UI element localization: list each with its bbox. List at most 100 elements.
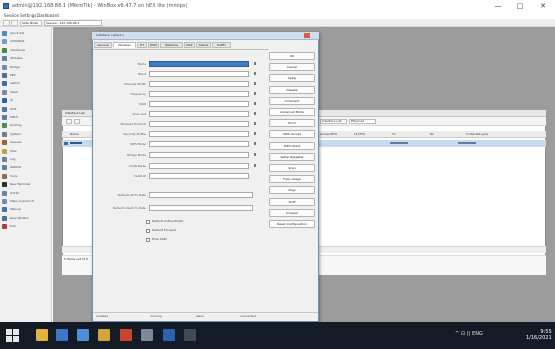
chevron-down-icon[interactable] [254,142,256,145]
field-input[interactable] [149,152,249,158]
chevron-down-icon[interactable] [254,82,256,85]
dialog-tab[interactable]: WDS [148,42,159,48]
sidebar-item[interactable]: Dot1X [2,190,50,198]
sidebar-item[interactable]: Switch [2,80,50,88]
chevron-down-icon[interactable] [254,164,256,167]
dialog-side-button[interactable]: OK [269,52,315,60]
dialog-side-button[interactable]: Freq. Usage [269,175,315,184]
sidebar-item[interactable]: Wireless [2,55,50,63]
tab-interface-list[interactable]: Interface List [320,119,347,124]
column-header[interactable]: L2 MTU [354,132,365,137]
file-explorer-icon[interactable] [36,329,48,341]
dialog-side-button[interactable]: Comment [269,96,315,105]
windows-start-icon[interactable] [6,329,19,342]
dialog-side-button[interactable]: Apply [269,74,315,83]
chevron-down-icon[interactable] [254,132,256,135]
close-button[interactable]: ✕ [533,1,553,11]
field-input[interactable] [149,205,253,211]
chevron-down-icon[interactable] [254,72,256,75]
tab-ethernet[interactable]: Ethernet [349,119,376,124]
column-header[interactable]: Tx [392,132,396,137]
dialog-side-button[interactable]: WPS Accept [269,130,315,139]
column-header[interactable]: Tx Packet (p/s) [466,132,488,137]
sidebar-item[interactable]: Routing [2,122,50,130]
browser-icon[interactable] [98,329,110,341]
sidebar-item[interactable]: Interfaces [2,47,50,55]
checkbox[interactable] [146,229,150,233]
settings-icon[interactable] [141,329,153,341]
sidebar-item[interactable]: Mesh [2,89,50,97]
checkbox[interactable] [146,238,150,242]
field-input[interactable] [149,61,249,67]
field-input[interactable] [149,71,249,77]
field-input[interactable] [149,173,249,179]
menu-dashboard[interactable]: Dashboard [37,13,59,18]
sidebar-item[interactable]: IP [2,97,50,105]
dialog-tab[interactable]: HT [137,42,147,48]
dialog-titlebar[interactable] [92,32,319,40]
dialog-side-button[interactable]: Cancel [269,63,315,72]
field-input[interactable] [149,141,249,147]
sidebar-item[interactable]: PPP [2,72,50,80]
menu-settings[interactable]: Settings [20,13,36,18]
dialog-side-button[interactable]: WPS Client [269,141,315,150]
undo-button[interactable] [3,20,10,26]
column-header[interactable]: Actual MTU [320,132,337,137]
minimize-button[interactable]: — [488,1,508,11]
field-input[interactable] [149,111,249,117]
sidebar-item[interactable]: Manual [2,206,50,214]
dialog-side-button[interactable]: Scan [269,164,315,172]
sidebar-item[interactable]: Tools [2,173,50,181]
sidebar-item[interactable]: IPv6 [2,106,50,114]
chevron-down-icon[interactable] [254,102,256,105]
dialog-close-icon[interactable] [304,33,310,38]
winbox-task-icon[interactable] [163,329,175,341]
media-icon[interactable] [120,329,132,341]
dialog-tab[interactable]: NV2 [184,42,195,48]
field-input[interactable] [149,131,249,137]
safe-mode-button[interactable]: Safe Mode [20,20,42,26]
dialog-side-button[interactable]: Disable [269,85,315,94]
dialog-side-button[interactable]: Reset Configuration [269,220,315,228]
sidebar-item[interactable]: New Terminal [2,181,50,189]
dialog-side-button[interactable]: Snooper [269,208,315,217]
sidebar-item[interactable]: CAPsMAN [2,38,50,46]
dialog-tab[interactable]: General [94,42,112,48]
dialog-side-button[interactable]: Align [269,186,315,195]
dialog-side-button[interactable]: Sniff [269,197,315,206]
dialog-side-button[interactable]: Setup Repeater [269,152,315,161]
add-icon[interactable] [66,119,72,124]
maximize-button[interactable]: □ [510,1,530,11]
sidebar-item[interactable]: MPLS [2,114,50,122]
field-input[interactable] [149,121,249,127]
sidebar-item[interactable]: Log [2,156,50,164]
chevron-down-icon[interactable] [254,92,256,95]
mail-icon[interactable] [77,329,89,341]
sidebar-item[interactable]: Bridge [2,64,50,72]
chevron-down-icon[interactable] [254,122,256,125]
sidebar-item[interactable]: New WinBox [2,215,50,223]
dialog-tab[interactable]: Wireless [113,42,136,48]
chevron-down-icon[interactable] [254,153,256,156]
sidebar-item[interactable]: Files [2,148,50,156]
sidebar-item[interactable]: Make Supout.rif [2,198,50,206]
dialog-side-button[interactable]: Advanced Mode [269,108,315,116]
field-input[interactable] [149,101,249,107]
dialog-tab[interactable]: Traffic [212,42,231,48]
chevron-down-icon[interactable] [254,62,256,65]
store-icon[interactable] [56,329,68,341]
sidebar-item[interactable]: Quick Set [2,30,50,38]
field-input[interactable] [149,163,249,169]
column-header[interactable]: Name [70,132,79,137]
clock[interactable]: 9:55 1/16/2021 [526,329,552,341]
sidebar-item[interactable]: Exit [2,223,50,231]
remove-icon[interactable] [74,119,80,124]
field-input[interactable] [149,192,253,198]
dialog-tab[interactable]: Status [196,42,211,48]
menu-session[interactable]: Session [4,13,19,18]
field-input[interactable] [149,81,249,87]
chevron-down-icon[interactable] [254,112,256,115]
sidebar-item[interactable]: RADIUS [2,164,50,172]
column-header[interactable]: Rx [430,132,434,137]
system-tray[interactable]: ^ ⊡ )) ENG [455,331,483,337]
